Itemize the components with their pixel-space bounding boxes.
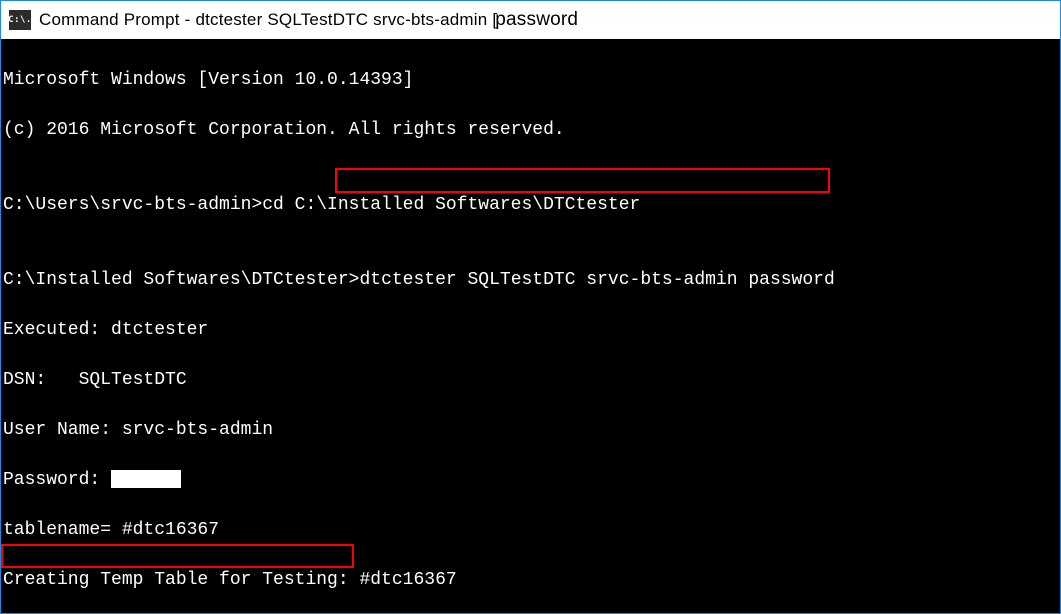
terminal-line: (c) 2016 Microsoft Corporation. All righ… [3, 118, 1056, 143]
terminal-line: C:\Users\srvc-bts-admin>cd C:\Installed … [3, 193, 1056, 218]
terminal-line: Password: [3, 468, 1056, 493]
command-text: dtctester SQLTestDTC srvc-bts-admin [359, 270, 748, 290]
terminal[interactable]: Microsoft Windows [Version 10.0.14393] (… [1, 39, 1060, 613]
terminal-line: Creating Temp Table for Testing: #dtc163… [3, 568, 1056, 593]
terminal-line: DSN: SQLTestDTC [3, 368, 1056, 393]
highlight-commit-box [1, 544, 354, 568]
window-title: Command Prompt - dtctester SQLTestDTC sr… [39, 9, 578, 31]
terminal-line: Microsoft Windows [Version 10.0.14393] [3, 68, 1056, 93]
highlight-command-box [335, 168, 830, 193]
title-bar[interactable]: C:\. Command Prompt - dtctester SQLTestD… [1, 1, 1060, 39]
cmd-icon: C:\. [9, 10, 31, 30]
password-arg: password [748, 270, 834, 290]
terminal-line: tablename= #dtc16367 [3, 518, 1056, 543]
terminal-line: C:\Installed Softwares\DTCtester>dtctest… [3, 268, 1056, 293]
password-mask [111, 470, 181, 488]
terminal-line: User Name: srvc-bts-admin [3, 418, 1056, 443]
terminal-line: Executed: dtctester [3, 318, 1056, 343]
